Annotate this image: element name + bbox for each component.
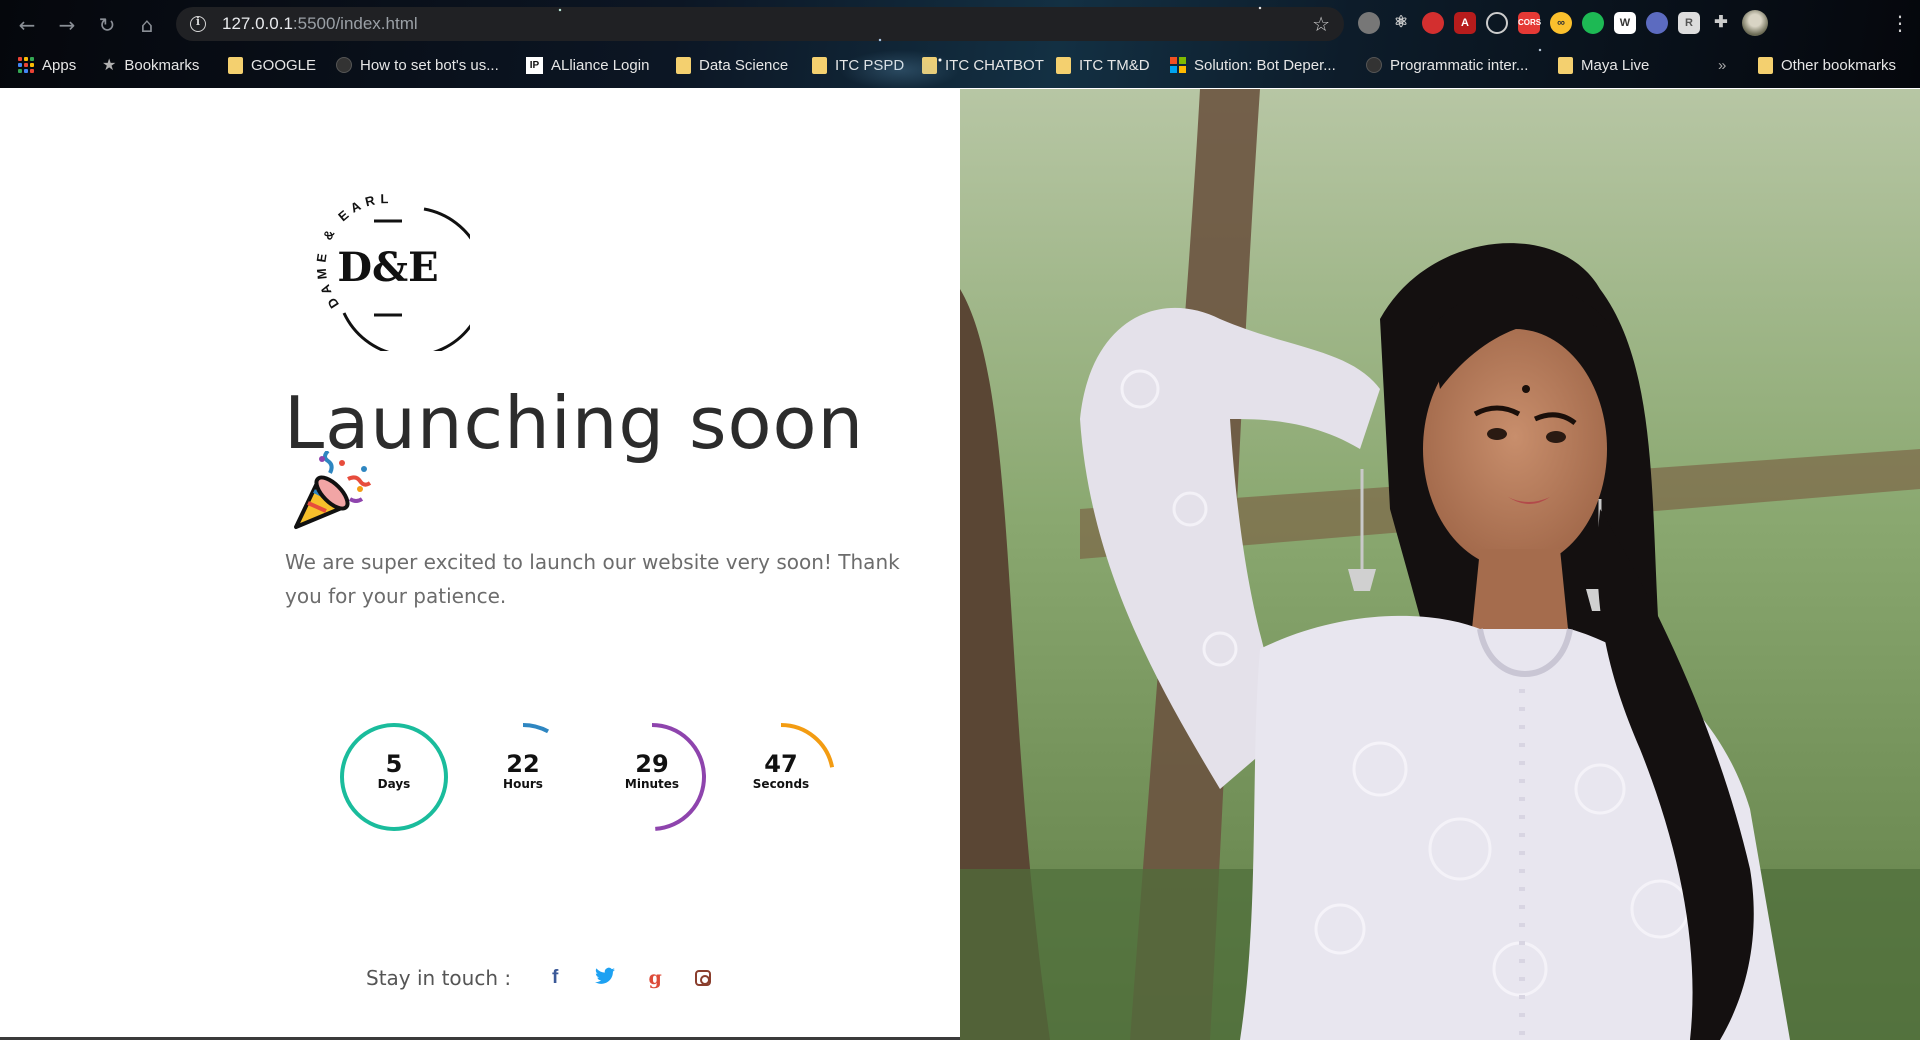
social-label: Stay in touch : bbox=[366, 966, 512, 990]
react-extension-icon[interactable]: ⚛ bbox=[1390, 12, 1412, 34]
bookmark-maya-live[interactable]: Maya Live bbox=[1558, 54, 1649, 76]
ip-favicon-icon: IP bbox=[526, 56, 543, 74]
favicon-icon bbox=[336, 57, 352, 73]
folder-icon bbox=[812, 56, 827, 74]
countdown-minutes: 29 Minutes bbox=[596, 721, 708, 833]
countdown-label: Seconds bbox=[752, 777, 810, 791]
page-viewport: DAME & EARL D&E Launching soon We are su… bbox=[0, 89, 1920, 1040]
social-icons: f g bbox=[545, 967, 712, 990]
google-plus-icon[interactable]: g bbox=[645, 967, 665, 989]
globe-extension-icon[interactable] bbox=[1646, 12, 1668, 34]
bookmark-star-icon[interactable]: ☆ bbox=[1312, 12, 1330, 36]
bookmark-data-science[interactable]: Data Science bbox=[676, 54, 788, 76]
cors-extension-icon[interactable]: CORS bbox=[1518, 12, 1541, 34]
facebook-icon[interactable]: f bbox=[545, 967, 565, 989]
dame-earl-logo: DAME & EARL D&E bbox=[313, 191, 470, 351]
emoji-extension-icon[interactable]: ∞ bbox=[1550, 12, 1572, 34]
countdown-label: Minutes bbox=[624, 777, 680, 791]
browser-chrome: ← → ↻ ⌂ 127.0.0.1:5500/index.html ☆ ⚛ A … bbox=[0, 0, 1920, 88]
instagram-icon[interactable] bbox=[695, 970, 712, 986]
pdf-extension-icon[interactable]: A bbox=[1454, 12, 1476, 34]
bookmark-alliance-login[interactable]: IP ALliance Login bbox=[526, 54, 649, 76]
countdown-value: 47 bbox=[764, 750, 798, 778]
countdown-label: Hours bbox=[503, 777, 543, 791]
bookmark-bookmarks[interactable]: ★ Bookmarks bbox=[102, 54, 199, 76]
profile-avatar[interactable] bbox=[1742, 10, 1768, 36]
party-popper-icon bbox=[294, 451, 372, 529]
twitter-icon[interactable] bbox=[595, 967, 616, 990]
info-icon[interactable] bbox=[190, 15, 206, 32]
hero-photo-illustration bbox=[960, 89, 1920, 1040]
countdown-seconds: 47 Seconds bbox=[725, 721, 837, 833]
folder-icon bbox=[1056, 56, 1071, 74]
hero-photo bbox=[960, 89, 1920, 1040]
star-icon: ★ bbox=[102, 57, 117, 74]
record-extension-icon[interactable] bbox=[1358, 12, 1380, 34]
bookmark-google[interactable]: GOOGLE bbox=[228, 54, 316, 76]
image-extension-icon[interactable]: R bbox=[1678, 12, 1700, 34]
bookmarks-bar: Apps ★ Bookmarks GOOGLE How to set bot's… bbox=[0, 50, 1920, 80]
countdown-value: 5 bbox=[385, 750, 403, 778]
arrow-right-icon[interactable]: → bbox=[54, 12, 80, 38]
target-extension-icon[interactable] bbox=[1486, 12, 1508, 34]
bookmark-other[interactable]: Other bookmarks bbox=[1758, 54, 1896, 76]
logo-monogram: D&E bbox=[337, 244, 438, 291]
puzzle-extension-icon[interactable]: ✚ bbox=[1710, 12, 1732, 34]
countdown-value: 22 bbox=[506, 750, 540, 778]
folder-icon bbox=[676, 56, 691, 74]
favicon-icon bbox=[1366, 57, 1382, 73]
bookmark-itc-pspd[interactable]: ITC PSPD bbox=[812, 54, 904, 76]
progress-arc bbox=[522, 723, 550, 734]
url-text[interactable]: 127.0.0.1:5500/index.html bbox=[222, 14, 418, 34]
bookmark-itc-chatbot[interactable]: ITC CHATBOT bbox=[922, 54, 1044, 76]
word-extension-icon[interactable]: W bbox=[1614, 12, 1636, 34]
bookmark-itc-tmd[interactable]: ITC TM&D bbox=[1056, 54, 1150, 76]
home-icon[interactable]: ⌂ bbox=[134, 12, 160, 38]
countdown-value: 29 bbox=[635, 750, 669, 778]
countdown-days: 5 Days bbox=[338, 721, 450, 833]
apps-grid-icon bbox=[18, 57, 34, 73]
countdown-label: Days bbox=[377, 777, 411, 791]
extensions-toolbar: ⚛ A CORS ∞ W R ✚ bbox=[1358, 10, 1768, 36]
bookmark-programmatic[interactable]: Programmatic inter... bbox=[1366, 54, 1528, 76]
browser-menu-icon[interactable]: ⋮ bbox=[1890, 10, 1910, 36]
launch-message: We are super excited to launch our websi… bbox=[285, 550, 900, 608]
folder-icon bbox=[1758, 56, 1773, 74]
microsoft-favicon-icon bbox=[1170, 57, 1186, 73]
bookmark-apps[interactable]: Apps bbox=[18, 54, 76, 76]
folder-icon bbox=[1558, 56, 1573, 74]
arrow-left-icon[interactable]: ← bbox=[14, 12, 40, 38]
green-extension-icon[interactable] bbox=[1582, 12, 1604, 34]
reload-icon[interactable]: ↻ bbox=[94, 12, 120, 38]
address-bar[interactable]: 127.0.0.1:5500/index.html ☆ bbox=[176, 7, 1344, 41]
content-panel: DAME & EARL D&E Launching soon We are su… bbox=[0, 89, 960, 1040]
bookmarks-overflow-button[interactable]: » bbox=[1718, 54, 1726, 76]
bookmark-bot-deployment[interactable]: Solution: Bot Deper... bbox=[1170, 54, 1336, 76]
adblock-extension-icon[interactable] bbox=[1422, 12, 1444, 34]
countdown-hours: 22 Hours bbox=[467, 721, 579, 833]
bookmark-bot-users[interactable]: How to set bot's us... bbox=[336, 54, 499, 76]
folder-icon bbox=[228, 56, 243, 74]
social-links: Stay in touch : f g bbox=[366, 966, 712, 990]
folder-icon bbox=[922, 56, 937, 74]
